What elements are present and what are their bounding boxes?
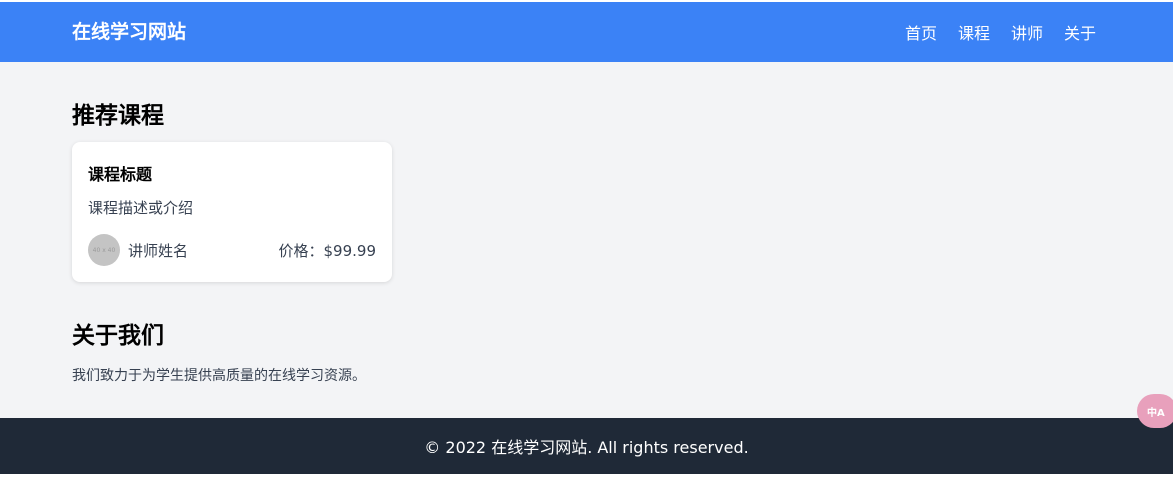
nav-teachers[interactable]: 讲师 [1011, 20, 1043, 44]
nav-home[interactable]: 首页 [905, 20, 937, 44]
site-header: 在线学习网站 首页 课程 讲师 关于 [0, 2, 1173, 62]
about-text: 我们致力于为学生提供高质量的在线学习资源。 [72, 368, 366, 384]
course-description: 课程描述或介绍 [88, 199, 194, 217]
translate-icon[interactable]: 中A [1137, 394, 1173, 428]
teacher-avatar: 40 x 40 [88, 234, 120, 266]
course-price: 价格：$99.99 [278, 242, 377, 260]
site-footer: © 2022 在线学习网站. All rights reserved. [0, 418, 1173, 474]
nav-courses[interactable]: 课程 [958, 20, 990, 44]
teacher-name: 讲师姓名 [128, 242, 189, 260]
translate-label: 中A [1147, 407, 1165, 419]
nav-about[interactable]: 关于 [1064, 20, 1096, 44]
course-card[interactable]: 课程标题 课程描述或介绍 40 x 40 讲师姓名 价格：$99.99 [72, 142, 392, 282]
copyright-text: © 2022 在线学习网站. All rights reserved. [424, 438, 749, 457]
course-title: 课程标题 [88, 165, 153, 184]
courses-heading: 推荐课程 [72, 103, 164, 129]
about-heading: 关于我们 [72, 323, 164, 349]
main-nav: 首页 课程 讲师 关于 [884, 2, 1096, 62]
site-logo[interactable]: 在线学习网站 [72, 2, 186, 62]
scrollbar[interactable] [1161, 62, 1173, 418]
